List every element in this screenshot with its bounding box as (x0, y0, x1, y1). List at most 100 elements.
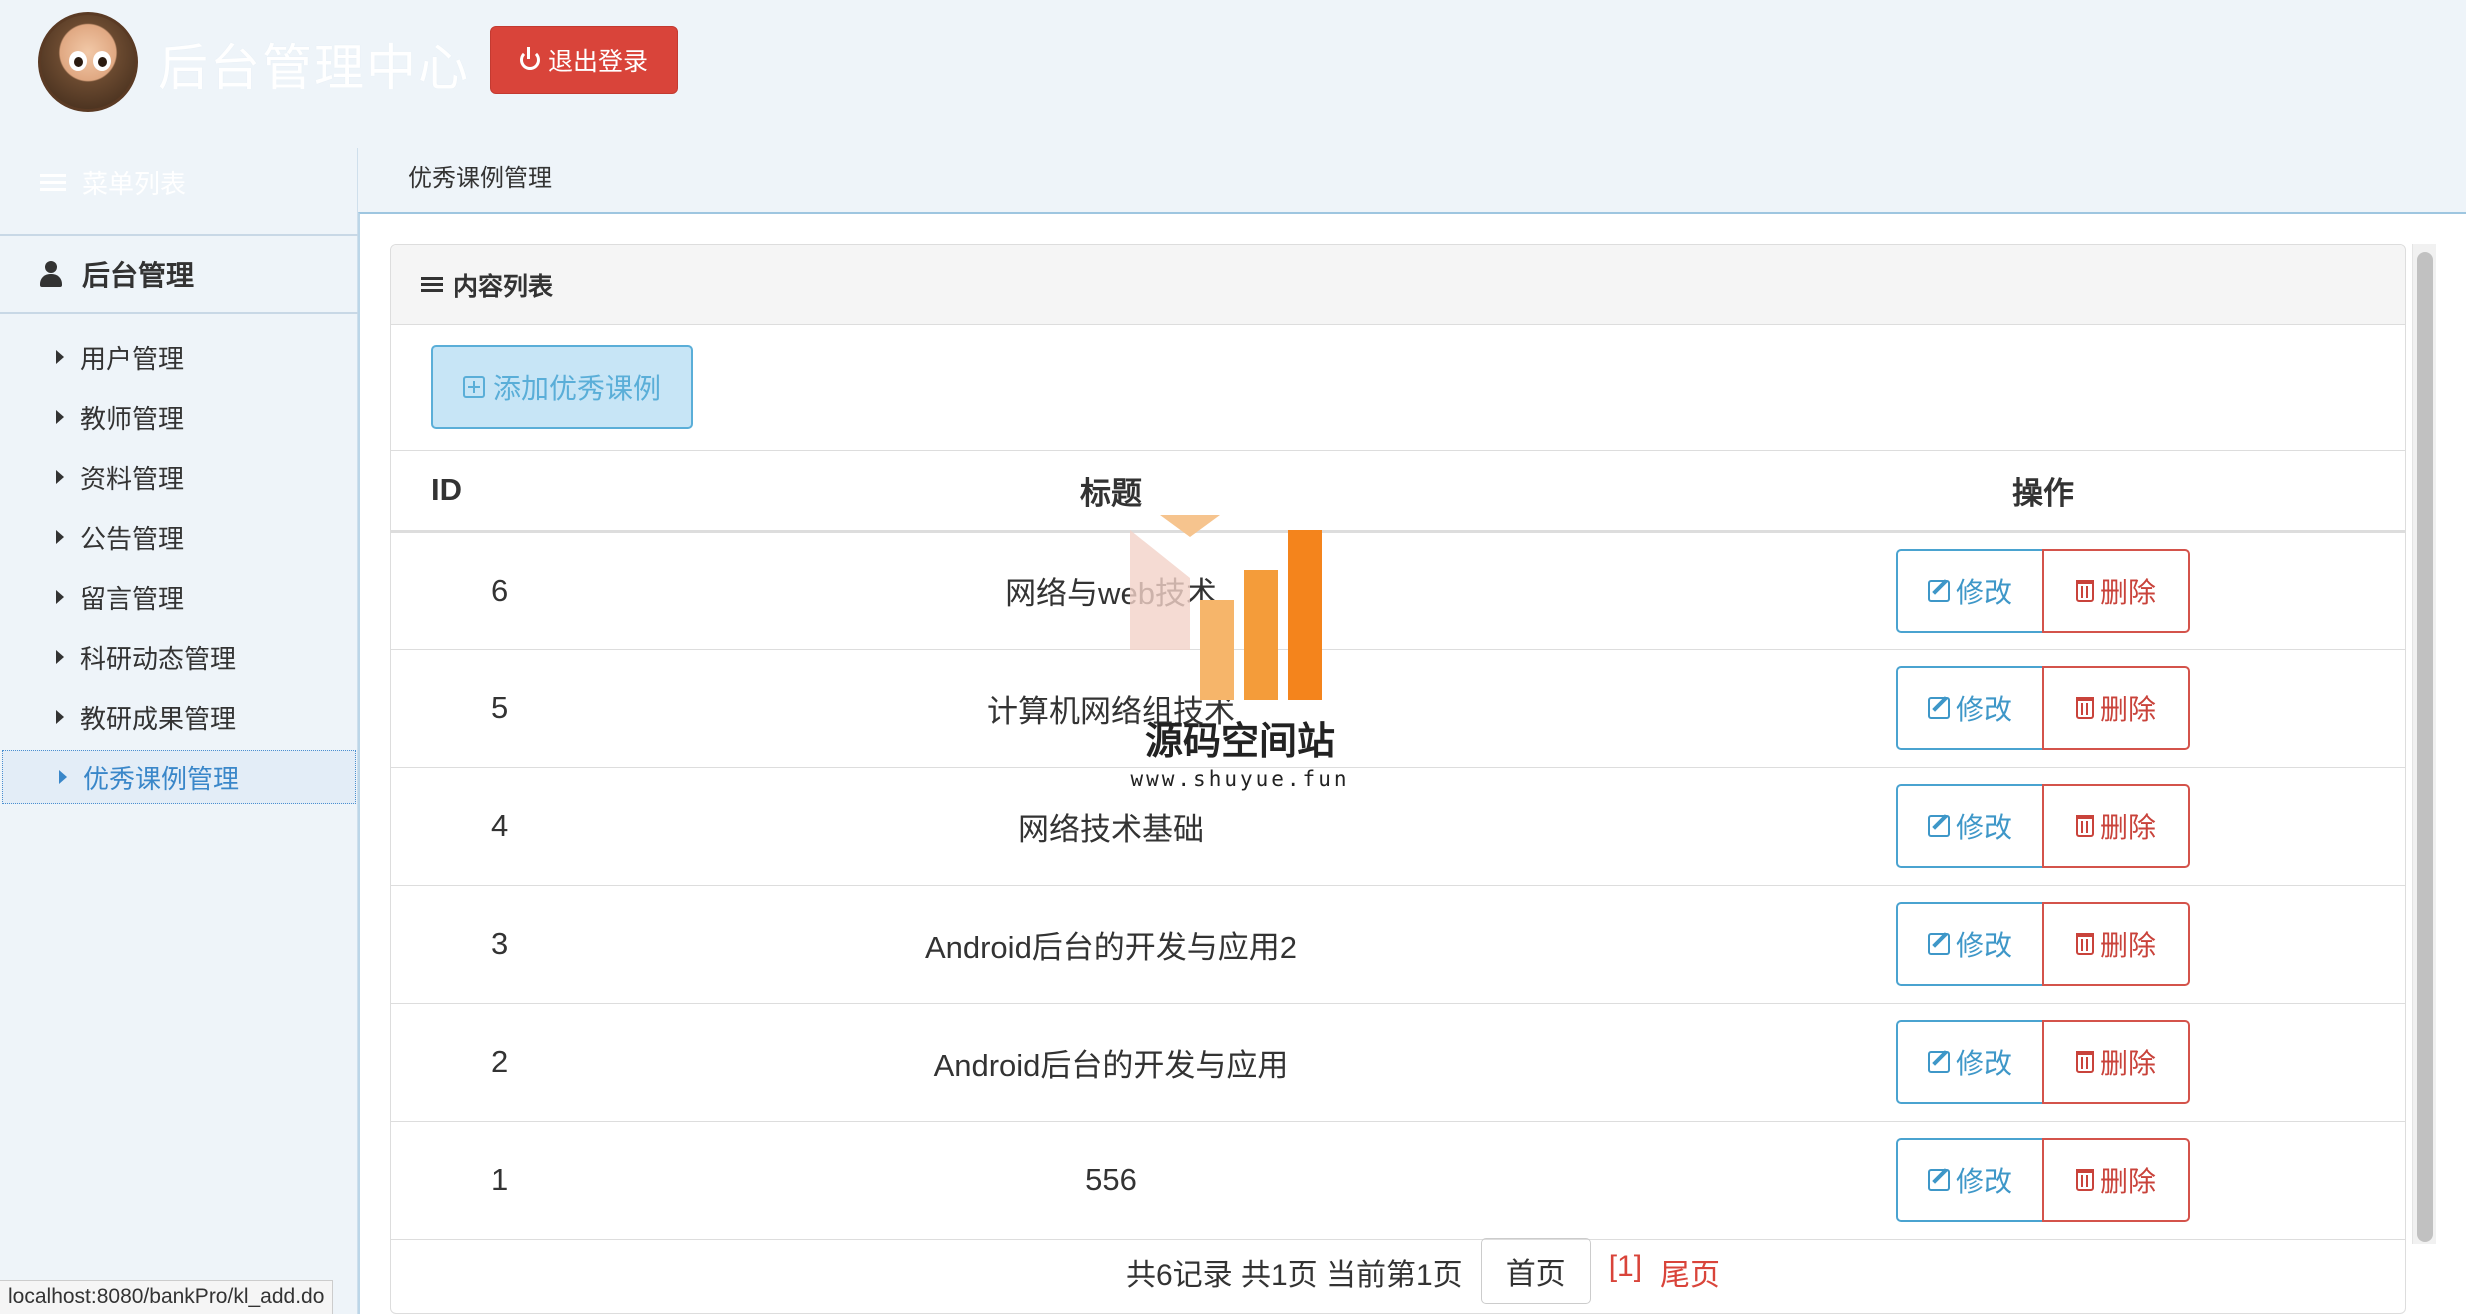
caret-right-icon (56, 470, 64, 484)
column-header-actions: 操作 (1681, 451, 2405, 533)
cell-id: 1 (391, 1121, 541, 1240)
caret-right-icon (59, 770, 67, 784)
sidebar-menu: 用户管理 教师管理 资料管理 公告管理 留言管理 科研动态管理 教研成果管理 优… (0, 330, 358, 810)
pager-last-button[interactable]: 尾页 (1660, 1250, 1720, 1294)
edit-icon (1927, 815, 1950, 837)
trash-icon (2075, 697, 2094, 719)
edit-icon (1927, 579, 1950, 602)
toolbar: 添加优秀课例 (391, 325, 2405, 451)
delete-button[interactable]: 删除 (2042, 548, 2190, 633)
sidebar-item-research-results[interactable]: 教研成果管理 (0, 690, 358, 744)
cell-title: Android后台的开发与应用2 (541, 885, 1681, 1004)
table-row: 3 Android后台的开发与应用2 修改 删除 (391, 885, 2405, 1004)
sidebar-item-excellent-lessons[interactable]: 优秀课例管理 (2, 750, 356, 804)
scrollbar[interactable] (2412, 244, 2436, 1244)
breadcrumb-bar (358, 148, 2466, 212)
column-header-id: ID (391, 451, 541, 533)
pager-first-button[interactable]: 首页 (1480, 1238, 1591, 1304)
cell-id: 2 (391, 1003, 541, 1122)
sidebar-item-label: 科研动态管理 (80, 643, 237, 674)
add-lesson-label: 添加优秀课例 (492, 373, 661, 404)
edit-icon (1927, 697, 1950, 719)
sidebar-item-label: 教研成果管理 (80, 703, 237, 734)
delete-label: 删除 (2099, 930, 2156, 961)
pager-current-page[interactable]: [1] (1609, 1250, 1642, 1284)
sidebar-item-notices[interactable]: 公告管理 (0, 510, 358, 564)
cell-actions: 修改 删除 (1681, 885, 2405, 1004)
delete-button[interactable]: 删除 (2042, 1020, 2190, 1104)
cell-title: Android后台的开发与应用 (541, 1003, 1681, 1122)
power-icon (519, 47, 540, 70)
edit-button[interactable]: 修改 (1896, 1020, 2044, 1104)
cell-actions: 修改 删除 (1681, 649, 2405, 768)
sidebar-item-label: 教师管理 (80, 403, 185, 434)
trash-icon (2075, 1169, 2094, 1191)
logout-button[interactable]: 退出登录 (490, 26, 678, 94)
caret-right-icon (56, 410, 64, 424)
sidebar-item-users[interactable]: 用户管理 (0, 330, 358, 384)
cell-id: 6 (391, 531, 541, 650)
edit-button[interactable]: 修改 (1896, 902, 2044, 986)
table-row: 1 556 修改 删除 (391, 1121, 2405, 1240)
pager-summary: 共6记录 共1页 当前第1页 (1125, 1259, 1463, 1292)
delete-button[interactable]: 删除 (2042, 784, 2190, 868)
edit-label: 修改 (1955, 576, 2012, 608)
breadcrumb: 优秀课例管理 (408, 165, 552, 192)
edit-label: 修改 (1955, 812, 2012, 843)
panel-title: 内容列表 (453, 272, 554, 301)
edit-label: 修改 (1955, 930, 2012, 961)
delete-button[interactable]: 删除 (2042, 1138, 2190, 1222)
pagination: 共6记录 共1页 当前第1页 首页 [1] 尾页 (391, 1238, 2405, 1314)
edit-icon (1927, 1169, 1950, 1191)
sidebar-section-header[interactable]: 后台管理 (0, 234, 358, 314)
cell-id: 5 (391, 649, 541, 768)
edit-button[interactable]: 修改 (1896, 1138, 2044, 1222)
cell-id: 4 (391, 767, 541, 886)
delete-label: 删除 (2099, 694, 2156, 725)
edit-label: 修改 (1955, 1166, 2012, 1197)
cell-id: 3 (391, 885, 541, 1004)
sidebar-item-label: 用户管理 (80, 343, 185, 374)
header: 后台管理中心 退出登录 (0, 0, 2466, 148)
caret-right-icon (56, 530, 64, 544)
user-icon (40, 261, 62, 287)
table-header-row: ID 标题 操作 (391, 451, 2405, 533)
caret-right-icon (56, 350, 64, 364)
edit-icon (1927, 933, 1950, 955)
edit-button[interactable]: 修改 (1896, 784, 2044, 868)
lessons-table: ID 标题 操作 6 网络与web技术 修改 删除 5 计算机网络组技术 修改 删除 4 网络技术… (391, 451, 2405, 1240)
action-group: 修改 删除 (1896, 902, 2190, 986)
sidebar-item-materials[interactable]: 资料管理 (0, 450, 358, 504)
table-row: 6 网络与web技术 修改 删除 (391, 531, 2405, 650)
delete-button[interactable]: 删除 (2042, 902, 2190, 986)
add-lesson-button[interactable]: 添加优秀课例 (431, 345, 693, 429)
sidebar-item-label: 留言管理 (80, 583, 185, 614)
scrollbar-thumb[interactable] (2417, 252, 2433, 1242)
table-row: 2 Android后台的开发与应用 修改 删除 (391, 1003, 2405, 1122)
table-row: 4 网络技术基础 修改 删除 (391, 767, 2405, 886)
sidebar: 后台管理 用户管理 教师管理 资料管理 公告管理 留言管理 科研动态管理 教研成… (0, 148, 358, 1314)
delete-label: 删除 (2099, 1048, 2156, 1079)
edit-button[interactable]: 修改 (1896, 548, 2044, 633)
action-group: 修改 删除 (1896, 784, 2190, 868)
cell-actions: 修改 删除 (1681, 531, 2405, 650)
delete-button[interactable]: 删除 (2042, 666, 2190, 750)
cell-title: 网络技术基础 (541, 767, 1681, 886)
edit-button[interactable]: 修改 (1896, 666, 2044, 750)
cell-actions: 修改 删除 (1681, 1121, 2405, 1240)
app-title: 后台管理中心 (158, 40, 470, 96)
action-group: 修改 删除 (1896, 1020, 2190, 1104)
trash-icon (2075, 933, 2094, 955)
sidebar-item-label: 优秀课例管理 (83, 763, 240, 794)
sidebar-item-research-news[interactable]: 科研动态管理 (0, 630, 358, 684)
sidebar-item-teachers[interactable]: 教师管理 (0, 390, 358, 444)
cell-title: 计算机网络组技术 (541, 649, 1681, 768)
caret-right-icon (56, 710, 64, 724)
plus-square-icon (462, 376, 485, 398)
cell-actions: 修改 删除 (1681, 1003, 2405, 1122)
action-group: 修改 删除 (1896, 1138, 2190, 1222)
avatar-eye (69, 51, 87, 71)
edit-label: 修改 (1955, 694, 2012, 725)
cell-actions: 修改 删除 (1681, 767, 2405, 886)
sidebar-item-messages[interactable]: 留言管理 (0, 570, 358, 624)
